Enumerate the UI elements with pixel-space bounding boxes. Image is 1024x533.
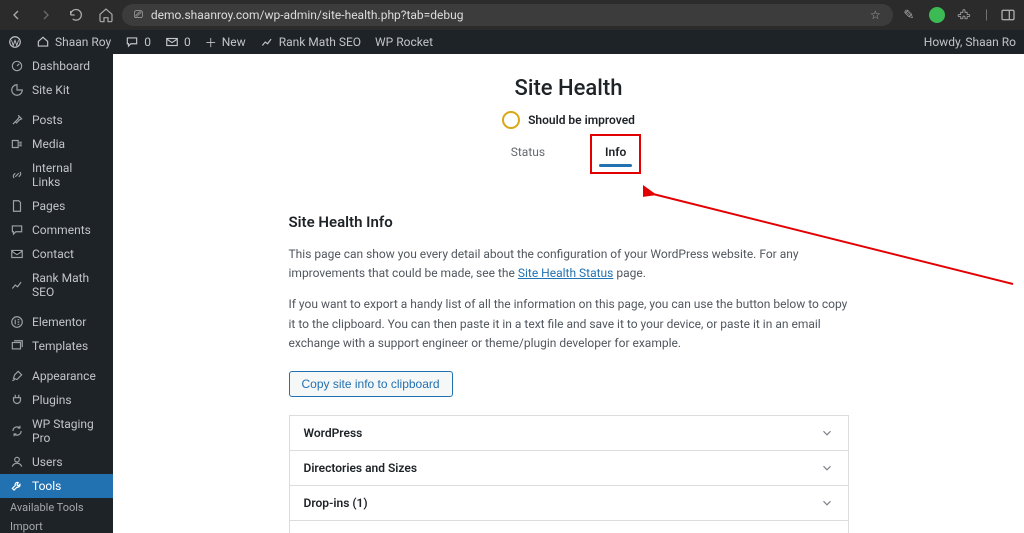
tab-info[interactable]: Info (595, 139, 636, 169)
wp-logo-icon[interactable] (8, 35, 22, 49)
sidebar-item-contact[interactable]: Contact (0, 242, 113, 266)
adminbar-site-name: Shaan Roy (55, 35, 111, 49)
browser-toolbar: ⎚ demo.shaanroy.com/wp-admin/site-health… (0, 0, 1024, 30)
status-text: Should be improved (528, 113, 635, 127)
sidebar-item-users[interactable]: Users (0, 450, 113, 474)
plug-icon (10, 393, 24, 407)
tab-status[interactable]: Status (501, 139, 555, 169)
wp-admin-bar: Shaan Roy 0 0 ＋New Rank Math SEO WP Rock… (0, 30, 1024, 54)
browser-nav (8, 7, 114, 23)
chevron-down-icon (820, 461, 834, 475)
media-icon (10, 137, 24, 151)
copy-site-info-button[interactable]: Copy site info to clipboard (289, 371, 453, 397)
extension-dot-icon[interactable] (929, 7, 945, 23)
accordion-wordpress[interactable]: WordPress (290, 416, 848, 451)
sidebar-item-rankmath[interactable]: Rank Math SEO (0, 266, 113, 304)
site-health-tabs: Status Info (113, 139, 1024, 169)
browser-right-icons: ✎ | (901, 7, 1016, 23)
status-row: Should be improved (113, 111, 1024, 129)
adminbar-rankmath[interactable]: Rank Math SEO (260, 35, 361, 49)
sidebar-item-comments[interactable]: Comments (0, 218, 113, 242)
admin-sidebar: Dashboard Site Kit Posts Media Internal … (0, 54, 113, 533)
templates-icon (10, 339, 24, 353)
sidebar-item-posts[interactable]: Posts (0, 108, 113, 132)
adminbar-wprocket[interactable]: WP Rocket (375, 35, 433, 49)
adminbar-howdy[interactable]: Howdy, Shaan Ro (924, 35, 1016, 49)
sidebar-item-pages[interactable]: Pages (0, 194, 113, 218)
sidebar-item-templates[interactable]: Templates (0, 334, 113, 358)
content-area: Help ▼ Site Health Should be improved St… (113, 54, 1024, 533)
sidebar-item-internallinks[interactable]: Internal Links (0, 156, 113, 194)
intro-paragraph-1: This page can show you every detail abou… (289, 245, 849, 283)
home-icon (36, 35, 50, 49)
chart-icon (260, 35, 274, 49)
sidebar-item-dashboard[interactable]: Dashboard (0, 54, 113, 78)
wp-wrap: Dashboard Site Kit Posts Media Internal … (0, 54, 1024, 533)
chart-icon (10, 278, 24, 292)
sidebar-item-sitekit[interactable]: Site Kit (0, 78, 113, 102)
sidebar-item-appearance[interactable]: Appearance (0, 364, 113, 388)
url-text: demo.shaanroy.com/wp-admin/site-health.p… (151, 8, 464, 22)
forward-icon[interactable] (38, 7, 54, 23)
chevron-down-icon (820, 426, 834, 440)
puzzle-icon[interactable] (957, 7, 973, 23)
page-title: Site Health (113, 54, 1024, 111)
accordion-active-theme[interactable]: Active Theme (290, 521, 848, 533)
brush-icon (10, 369, 24, 383)
body-block: Site Health Info This page can show you … (289, 213, 849, 533)
adminbar-new[interactable]: ＋New (205, 34, 246, 51)
user-icon (10, 455, 24, 469)
chevron-down-icon (820, 496, 834, 510)
sidebar-item-media[interactable]: Media (0, 132, 113, 156)
mail-icon (10, 247, 24, 261)
reload-icon[interactable] (68, 7, 84, 23)
comment-icon (125, 35, 139, 49)
intro-paragraph-2: If you want to export a handy list of al… (289, 295, 849, 353)
accordion-dropins[interactable]: Drop-ins (1) (290, 486, 848, 521)
dashboard-icon (10, 59, 24, 73)
content-inner: Site Health Should be improved Status In… (113, 54, 1024, 533)
back-icon[interactable] (8, 7, 24, 23)
section-heading: Site Health Info (289, 213, 849, 231)
link-icon (10, 168, 24, 182)
site-health-status-link[interactable]: Site Health Status (518, 266, 614, 280)
adminbar-left: Shaan Roy 0 0 ＋New Rank Math SEO WP Rock… (8, 34, 433, 51)
sidebar-item-plugins[interactable]: Plugins (0, 388, 113, 412)
adminbar-site[interactable]: Shaan Roy (36, 35, 111, 49)
address-bar[interactable]: ⎚ demo.shaanroy.com/wp-admin/site-health… (122, 4, 893, 26)
wrench-icon (10, 479, 24, 493)
page-icon (10, 199, 24, 213)
mail-icon (165, 35, 179, 49)
comment-icon (10, 223, 24, 237)
pin-icon (10, 113, 24, 127)
elementor-icon (10, 315, 24, 329)
sidebar-item-wpstaging[interactable]: WP Staging Pro (0, 412, 113, 450)
sidebar-sub-available[interactable]: Available Tools (0, 498, 113, 517)
sidebar-item-elementor[interactable]: Elementor (0, 310, 113, 334)
sitekit-icon (10, 83, 24, 97)
accordion-directories[interactable]: Directories and Sizes (290, 451, 848, 486)
sidebar-item-tools[interactable]: Tools (0, 474, 113, 498)
sidebar-sub-import[interactable]: Import (0, 517, 113, 533)
plus-icon: ＋ (205, 34, 217, 51)
pencil-icon[interactable]: ✎ (901, 7, 917, 23)
bookmark-star-icon[interactable]: ☆ (870, 8, 881, 22)
content-scroll[interactable]: Site Health Should be improved Status In… (113, 54, 1024, 533)
adminbar-comments[interactable]: 0 (125, 35, 151, 49)
home-icon[interactable] (98, 7, 114, 23)
panel-icon[interactable] (1000, 7, 1016, 23)
adminbar-mail[interactable]: 0 (165, 35, 191, 49)
status-circle-icon (502, 111, 520, 129)
accordion: WordPress Directories and Sizes Drop-ins… (289, 415, 849, 533)
sync-icon (10, 424, 24, 438)
site-info-icon[interactable]: ⎚ (134, 8, 143, 22)
